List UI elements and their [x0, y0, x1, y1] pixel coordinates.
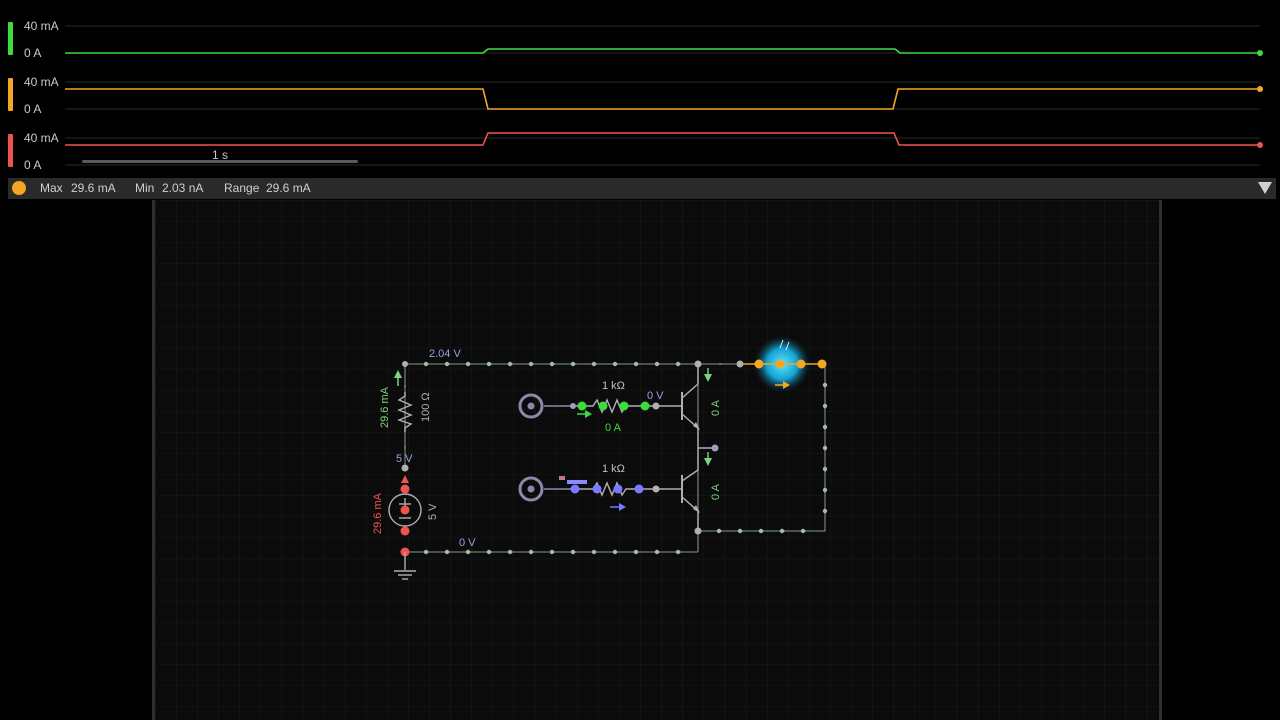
label-q1-current: 0 A [710, 399, 722, 416]
label-r1-voltage: 0 V [647, 390, 664, 402]
red-bottom-label: 0 A [24, 158, 42, 172]
range-value: 29.6 mA [266, 181, 311, 195]
orange-top-label: 40 mA [24, 75, 59, 89]
node-led-left [736, 360, 744, 368]
green-trace-color-swatch[interactable] [8, 22, 13, 55]
label-source-current: 29.6 mA [372, 492, 384, 534]
selected-trace-indicator [12, 181, 26, 195]
max-value: 29.6 mA [71, 181, 116, 195]
circuit-canvas[interactable]: 2.04 V 29.6 mA 100 Ω 5 V 29.6 mA 5 V 0 V… [152, 200, 1162, 720]
collapse-toggle-icon[interactable] [1258, 182, 1272, 194]
label-top-voltage: 2.04 V [429, 348, 461, 360]
max-label: Max [40, 181, 63, 195]
scope-info-bar[interactable]: Max 29.6 mA Min 2.03 nA Range 29.6 mA [8, 178, 1276, 199]
node-mid-right [711, 444, 719, 452]
red-top-label: 40 mA [24, 131, 59, 145]
label-resistor-value: 100 Ω [420, 392, 432, 422]
label-r1-value: 1 kΩ [602, 380, 625, 392]
min-label: Min [135, 181, 155, 195]
range-label: Range [224, 181, 260, 195]
circuit-diagram[interactable]: 2.04 V 29.6 mA 100 Ω 5 V 29.6 mA 5 V 0 V… [155, 200, 1159, 720]
label-mid-voltage: 5 V [396, 453, 413, 465]
min-value: 2.03 nA [162, 181, 204, 195]
label-bottom-voltage: 0 V [459, 537, 476, 549]
label-q2-current: 0 A [710, 483, 722, 500]
red-trace-color-swatch[interactable] [8, 134, 13, 167]
label-r2-value: 1 kΩ [602, 463, 625, 475]
time-scale-label: 1 s [212, 148, 229, 162]
switch-indicator [559, 476, 565, 480]
node-top-left [402, 361, 408, 367]
label-r1-current: 0 A [605, 422, 622, 434]
oscilloscope-panel[interactable]: 40 mA 0 A 40 mA 0 A 40 mA 0 A 1 s [0, 0, 1280, 178]
scope-row-green[interactable]: 40 mA 0 A [0, 0, 1280, 60]
scope-row-orange[interactable]: 40 mA 0 A [0, 56, 1280, 116]
canvas-grid [155, 200, 1159, 720]
node-mid [401, 464, 409, 472]
label-source-voltage: 5 V [427, 503, 439, 520]
label-resistor-current: 29.6 mA [379, 386, 391, 428]
orange-trace-color-swatch[interactable] [8, 78, 13, 111]
green-top-label: 40 mA [24, 19, 59, 33]
